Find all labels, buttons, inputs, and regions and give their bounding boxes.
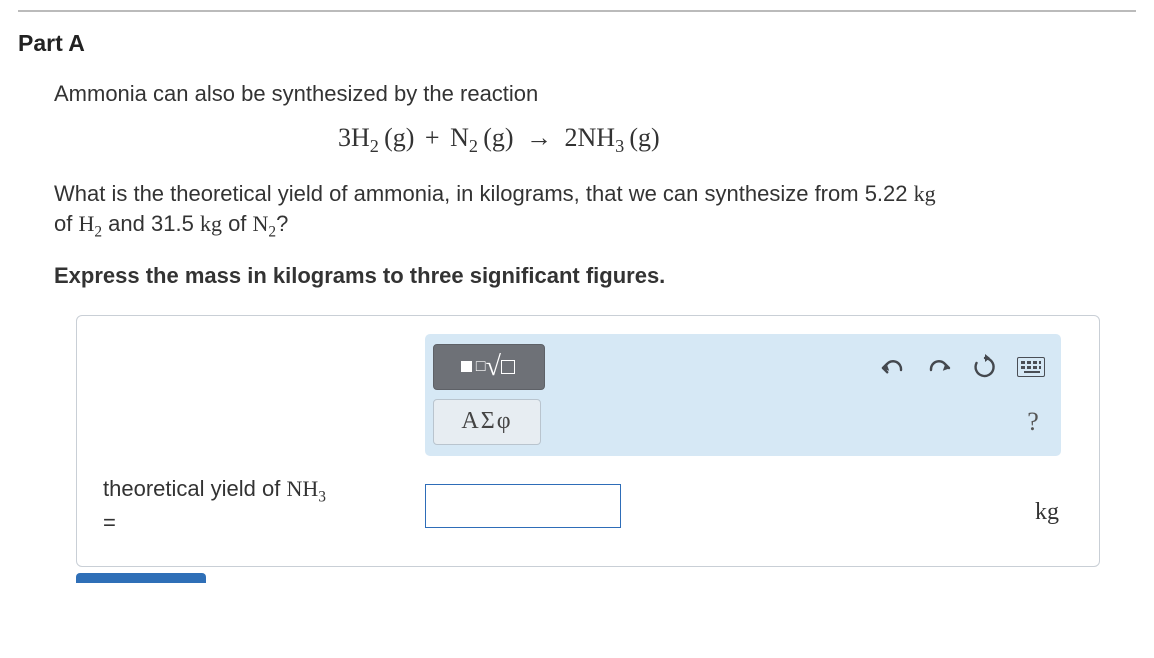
reset-button[interactable] xyxy=(965,347,1005,387)
redo-button[interactable] xyxy=(919,347,959,387)
q-sp1-sub: 2 xyxy=(94,223,102,240)
answer-label: theoretical yield of NH3 = xyxy=(95,474,425,538)
state-nh3: (g) xyxy=(629,123,659,152)
answer-species-base: NH xyxy=(286,476,318,501)
species-h2-base: H xyxy=(351,123,370,152)
unit-kg-2: kg xyxy=(200,211,222,236)
state-n2: (g) xyxy=(483,123,513,152)
answer-input[interactable] xyxy=(425,484,621,528)
question-mark: ? xyxy=(276,211,288,236)
radical-icon: □√ xyxy=(461,351,517,383)
templates-button[interactable]: □√ xyxy=(433,344,545,390)
question-container: Part A Ammonia can also be synthesized b… xyxy=(0,12,1154,583)
reset-icon xyxy=(972,354,998,380)
submit-button-partial[interactable] xyxy=(76,573,206,583)
unit-kg-1: kg xyxy=(914,181,936,206)
species-n2-base: N xyxy=(450,123,469,152)
reaction-equation: 3H2 (g) + N2 (g) → 2NH3 (g) xyxy=(18,123,1136,157)
instruction-text: Express the mass in kilograms to three s… xyxy=(54,263,1136,289)
greek-symbols-label: ΑΣφ xyxy=(461,408,512,435)
redo-icon xyxy=(926,356,952,378)
intro-text: Ammonia can also be synthesized by the r… xyxy=(54,79,1136,109)
question-text: What is the theoretical yield of ammonia… xyxy=(54,179,1136,243)
toolbar-row-2: ΑΣφ ? xyxy=(433,398,1053,446)
of-text-1: of xyxy=(54,211,78,236)
arrow-icon: → xyxy=(526,123,552,152)
undo-icon xyxy=(880,356,906,378)
q-sp1-base: H xyxy=(78,211,94,236)
toolbar-row-1: □√ xyxy=(433,342,1053,392)
symbols-button[interactable]: ΑΣφ xyxy=(433,399,541,445)
of-text-2: of xyxy=(222,211,253,236)
answer-row: theoretical yield of NH3 = xyxy=(95,474,1081,538)
answer-species-sub: 3 xyxy=(318,488,326,505)
species-h2-sub: 2 xyxy=(370,136,379,156)
coef-nh3: 2 xyxy=(565,123,578,152)
equation-toolbar: □√ xyxy=(425,334,1061,456)
answer-label-prefix: theoretical yield of xyxy=(103,476,286,501)
answer-equals: = xyxy=(103,510,116,535)
coef-3h2: 3 xyxy=(338,123,351,152)
help-button[interactable]: ? xyxy=(1013,407,1053,437)
answer-panel: □√ xyxy=(76,315,1100,567)
plus-sign: + xyxy=(425,123,440,152)
species-nh3-base: NH xyxy=(578,123,616,152)
answer-unit: kg xyxy=(1035,499,1059,526)
q-sp2-base: N xyxy=(253,211,269,236)
state-h2: (g) xyxy=(384,123,414,152)
species-nh3-sub: 3 xyxy=(615,136,624,156)
keyboard-icon xyxy=(1017,357,1045,377)
question-lead: What is the theoretical yield of ammonia… xyxy=(54,181,865,206)
undo-button[interactable] xyxy=(873,347,913,387)
keyboard-button[interactable] xyxy=(1011,347,1051,387)
part-heading: Part A xyxy=(18,30,1136,57)
and-text: and xyxy=(102,211,151,236)
species-n2-sub: 2 xyxy=(469,136,478,156)
q-sp2-sub: 2 xyxy=(268,223,276,240)
mass-n2: 31.5 xyxy=(151,211,194,236)
mass-h2: 5.22 xyxy=(865,181,908,206)
